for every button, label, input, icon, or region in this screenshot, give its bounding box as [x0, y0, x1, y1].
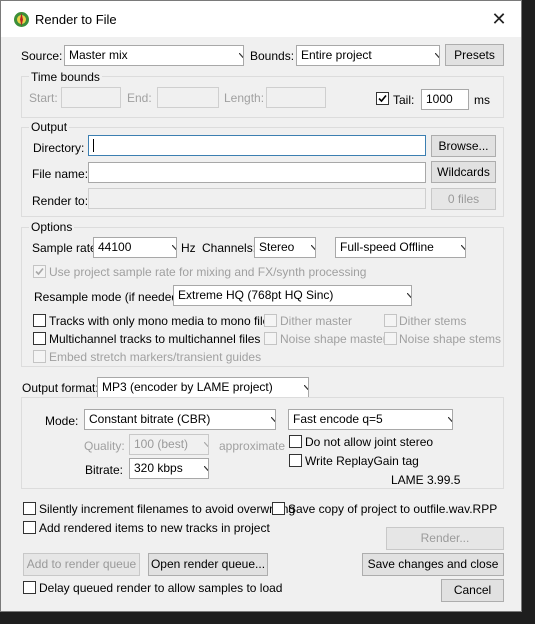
noise-shape-stems-label: Noise shape stems	[399, 332, 502, 346]
noise-shape-stems-checkbox[interactable]	[384, 332, 397, 345]
no-joint-stereo-checkbox[interactable]	[289, 435, 302, 448]
presets-button[interactable]: Presets	[445, 44, 504, 66]
cancel-button[interactable]: Cancel	[441, 579, 504, 602]
channels-select[interactable]: Stereo	[254, 237, 316, 258]
use-project-rate-checkbox[interactable]	[33, 265, 46, 278]
start-label: Start:	[29, 91, 58, 105]
render-speed-select[interactable]: Full-speed Offline	[335, 237, 466, 258]
dither-stems-label: Dither stems	[399, 314, 467, 328]
sample-rate-label: Sample rate:	[32, 241, 101, 255]
open-queue-button[interactable]: Open render queue...	[148, 553, 268, 576]
embed-markers-checkbox[interactable]	[33, 350, 46, 363]
channels-value: Stereo	[259, 240, 295, 254]
mono-tracks-checkbox[interactable]	[33, 314, 46, 327]
length-label: Length:	[224, 91, 265, 105]
resample-label: Resample mode (if needed):	[34, 290, 186, 304]
quality-label: Quality:	[84, 439, 125, 453]
lame-version: LAME 3.99.5	[391, 473, 461, 487]
source-select[interactable]: Master mix	[64, 45, 244, 66]
save-copy-label: Save copy of project to outfile.wav.RPP	[288, 502, 498, 516]
bitrate-select[interactable]: 320 kbps	[129, 458, 209, 479]
embed-markers-label: Embed stretch markers/transient guides	[49, 350, 262, 364]
resample-value: Extreme HQ (768pt HQ Sinc)	[178, 288, 334, 302]
mode-select[interactable]: Constant bitrate (CBR)	[84, 409, 276, 430]
time-bounds-title: Time bounds	[29, 70, 102, 84]
end-label: End:	[127, 91, 152, 105]
multichannel-checkbox[interactable]	[33, 332, 46, 345]
start-input[interactable]	[61, 87, 121, 108]
add-to-queue-button[interactable]: Add to render queue	[23, 553, 140, 576]
files-count-button[interactable]: 0 files	[431, 188, 496, 210]
title-bar: Render to File ✕	[1, 1, 521, 37]
source-select-value: Master mix	[69, 48, 128, 62]
filename-input[interactable]	[88, 162, 426, 183]
render-dialog: Render to File ✕ Source: Master mix Boun…	[0, 0, 522, 612]
resample-select[interactable]: Extreme HQ (768pt HQ Sinc)	[173, 285, 412, 306]
quality-value: 100 (best)	[134, 437, 189, 451]
source-label: Source:	[21, 49, 63, 63]
close-icon[interactable]: ✕	[485, 7, 513, 31]
output-format-label: Output format:	[22, 381, 99, 395]
replaygain-checkbox[interactable]	[289, 454, 302, 467]
window-title: Render to File	[35, 12, 117, 27]
dither-stems-checkbox[interactable]	[384, 314, 397, 327]
render-to-field	[88, 188, 426, 209]
silently-increment-label: Silently increment filenames to avoid ov…	[39, 502, 296, 516]
directory-label: Directory:	[33, 141, 85, 155]
noise-shape-master-checkbox[interactable]	[264, 332, 277, 345]
mode-value: Constant bitrate (CBR)	[89, 412, 211, 426]
reaper-logo-icon	[13, 11, 30, 28]
hz-label: Hz	[181, 241, 196, 255]
add-rendered-checkbox[interactable]	[23, 521, 36, 534]
text-caret	[93, 139, 94, 153]
channels-label: Channels:	[202, 241, 257, 255]
tail-checkbox[interactable]	[376, 92, 389, 105]
length-input[interactable]	[266, 87, 326, 108]
render-to-label: Render to:	[32, 194, 89, 208]
filename-label: File name:	[32, 167, 89, 181]
directory-input[interactable]	[88, 135, 426, 156]
bounds-select[interactable]: Entire project	[296, 45, 440, 66]
tail-input[interactable]: 1000	[421, 89, 469, 110]
quality-select[interactable]: 100 (best)	[129, 434, 209, 455]
approximate-label: approximate	[219, 439, 286, 453]
bitrate-value: 320 kbps	[134, 461, 183, 475]
output-title: Output	[29, 120, 70, 134]
checkmark-icon	[378, 94, 387, 103]
browse-button[interactable]: Browse...	[431, 135, 496, 157]
bounds-select-value: Entire project	[301, 48, 372, 62]
render-button[interactable]: Render...	[386, 527, 504, 550]
bounds-label: Bounds:	[250, 49, 295, 63]
bitrate-label: Bitrate:	[85, 463, 124, 477]
delay-queued-label: Delay queued render to allow samples to …	[39, 581, 283, 595]
dither-master-checkbox[interactable]	[264, 314, 277, 327]
multichannel-label: Multichannel tracks to multichannel file…	[49, 332, 261, 346]
tail-label: Tail:	[393, 93, 415, 107]
output-format-select[interactable]: MP3 (encoder by LAME project)	[97, 377, 309, 398]
wildcards-button[interactable]: Wildcards	[431, 161, 496, 183]
end-input[interactable]	[157, 87, 219, 108]
output-format-value: MP3 (encoder by LAME project)	[102, 380, 273, 394]
dither-master-label: Dither master	[280, 314, 353, 328]
save-and-close-button[interactable]: Save changes and close	[362, 553, 504, 576]
save-copy-checkbox[interactable]	[272, 502, 285, 515]
tail-unit-label: ms	[474, 93, 490, 107]
no-joint-stereo-label: Do not allow joint stereo	[305, 435, 434, 449]
encode-quality-value: Fast encode q=5	[293, 412, 383, 426]
delay-queued-checkbox[interactable]	[23, 581, 36, 594]
use-project-rate-label: Use project sample rate for mixing and F…	[49, 265, 367, 279]
encode-quality-select[interactable]: Fast encode q=5	[288, 409, 453, 430]
sample-rate-value: 44100	[98, 240, 132, 254]
checkmark-icon	[35, 267, 44, 276]
mono-tracks-label: Tracks with only mono media to mono file	[49, 314, 270, 328]
sample-rate-select[interactable]: 44100	[93, 237, 177, 258]
noise-shape-master-label: Noise shape master	[280, 332, 387, 346]
options-title: Options	[29, 220, 75, 234]
silently-increment-checkbox[interactable]	[23, 502, 36, 515]
add-rendered-label: Add rendered items to new tracks in proj…	[39, 521, 270, 535]
render-speed-value: Full-speed Offline	[340, 240, 434, 254]
mode-label: Mode:	[45, 414, 79, 428]
replaygain-label: Write ReplayGain tag	[305, 454, 419, 468]
